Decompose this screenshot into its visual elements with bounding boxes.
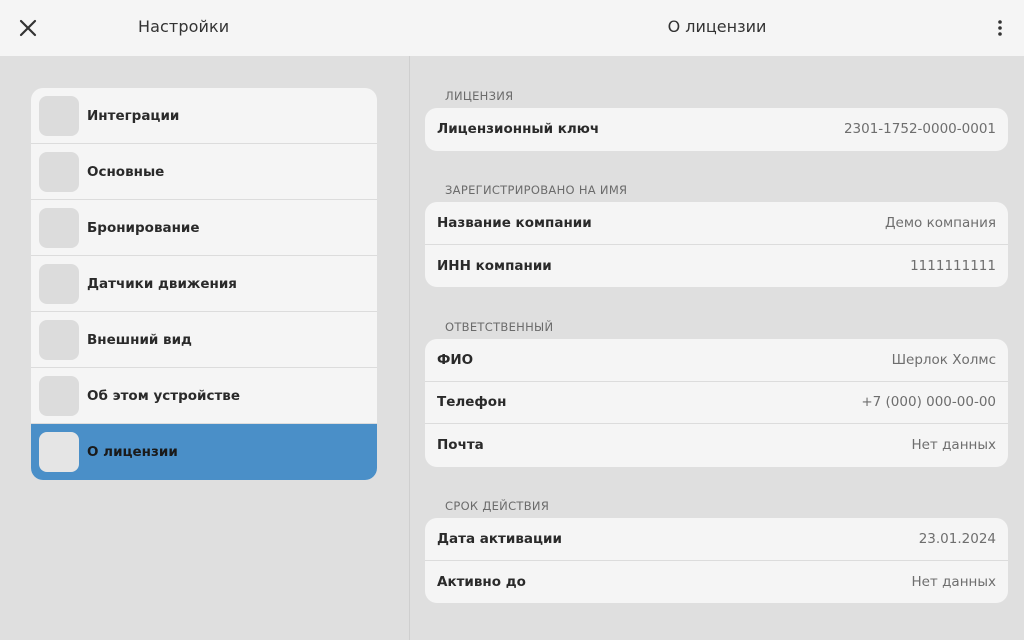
company-name-row: Название компании Демо компания — [425, 202, 1008, 245]
close-button[interactable] — [16, 16, 40, 40]
license-card: Лицензионный ключ 2301-1752-0000-0001 — [425, 108, 1008, 151]
sidebar-item-label: Интеграции — [87, 107, 180, 124]
sidebar-item-label: Об этом устройстве — [87, 387, 240, 404]
settings-menu: Интеграции Основные Бронирование Датчики… — [31, 88, 377, 480]
phone-row: Телефон +7 (000) 000-00-00 — [425, 382, 1008, 424]
sidebar-item-label: О лицензии — [87, 444, 178, 460]
top-bar: Настройки О лицензии — [0, 0, 1024, 56]
sidebar-item-label: Датчики движения — [87, 275, 237, 292]
appearance-icon — [39, 319, 79, 360]
more-options-button[interactable] — [988, 16, 1012, 40]
row-label: Телефон — [437, 394, 507, 411]
phone-value: +7 (000) 000-00-00 — [861, 394, 996, 411]
booking-icon — [39, 207, 79, 248]
row-label: ИНН компании — [437, 257, 552, 274]
row-label: ФИО — [437, 351, 474, 368]
section-header-registered: ЗАРЕГИСТРИРОВАНО НА ИМЯ — [445, 183, 628, 197]
activation-date-row: Дата активации 23.01.2024 — [425, 518, 1008, 561]
email-row: Почта Нет данных — [425, 424, 1008, 467]
validity-card: Дата активации 23.01.2024 Активно до Нет… — [425, 518, 1008, 603]
row-label: Дата активации — [437, 530, 562, 547]
registered-card: Название компании Демо компания ИНН комп… — [425, 202, 1008, 287]
company-name-value: Демо компания — [884, 214, 996, 231]
license-key-row: Лицензионный ключ 2301-1752-0000-0001 — [425, 108, 1008, 151]
active-until-value: Нет данных — [911, 573, 996, 590]
sidebar-item-license[interactable]: О лицензии — [31, 424, 377, 480]
sidebar-item-label: Бронирование — [87, 219, 200, 236]
general-icon — [39, 151, 79, 192]
row-label: Название компании — [437, 214, 592, 231]
row-label: Активно до — [437, 573, 526, 590]
full-name-value: Шерлок Холмс — [891, 351, 996, 368]
row-label: Лицензионный ключ — [437, 121, 600, 138]
license-icon — [39, 432, 79, 472]
sidebar-item-general[interactable]: Основные — [31, 144, 377, 200]
sidebar-item-appearance[interactable]: Внешний вид — [31, 312, 377, 368]
close-icon — [19, 19, 37, 37]
company-inn-value: 1111111111 — [910, 257, 996, 274]
activation-date-value: 23.01.2024 — [918, 530, 996, 547]
motion-sensor-icon — [39, 263, 79, 304]
sidebar-item-integrations[interactable]: Интеграции — [31, 88, 377, 144]
active-until-row: Активно до Нет данных — [425, 561, 1008, 604]
company-inn-row: ИНН компании 1111111111 — [425, 245, 1008, 288]
page-title: О лицензии — [667, 17, 767, 36]
sidebar-item-motion-sensors[interactable]: Датчики движения — [31, 256, 377, 312]
settings-title: Настройки — [138, 17, 230, 36]
email-value: Нет данных — [911, 437, 996, 454]
section-header-responsible: ОТВЕТСТВЕННЫЙ — [445, 320, 554, 334]
full-name-row: ФИО Шерлок Холмс — [425, 339, 1008, 382]
license-key-value: 2301-1752-0000-0001 — [843, 121, 996, 138]
pane-divider — [409, 56, 410, 640]
sidebar-item-about-device[interactable]: Об этом устройстве — [31, 368, 377, 424]
section-header-validity: СРОК ДЕЙСТВИЯ — [445, 499, 550, 513]
row-label: Почта — [437, 437, 484, 454]
integrations-icon — [39, 95, 79, 136]
sidebar-item-booking[interactable]: Бронирование — [31, 200, 377, 256]
responsible-card: ФИО Шерлок Холмс Телефон +7 (000) 000-00… — [425, 339, 1008, 467]
section-header-license: ЛИЦЕНЗИЯ — [445, 89, 514, 103]
device-info-icon — [39, 375, 79, 416]
more-vertical-icon — [998, 20, 1002, 36]
sidebar-item-label: Основные — [87, 163, 165, 180]
sidebar-item-label: Внешний вид — [87, 331, 192, 348]
